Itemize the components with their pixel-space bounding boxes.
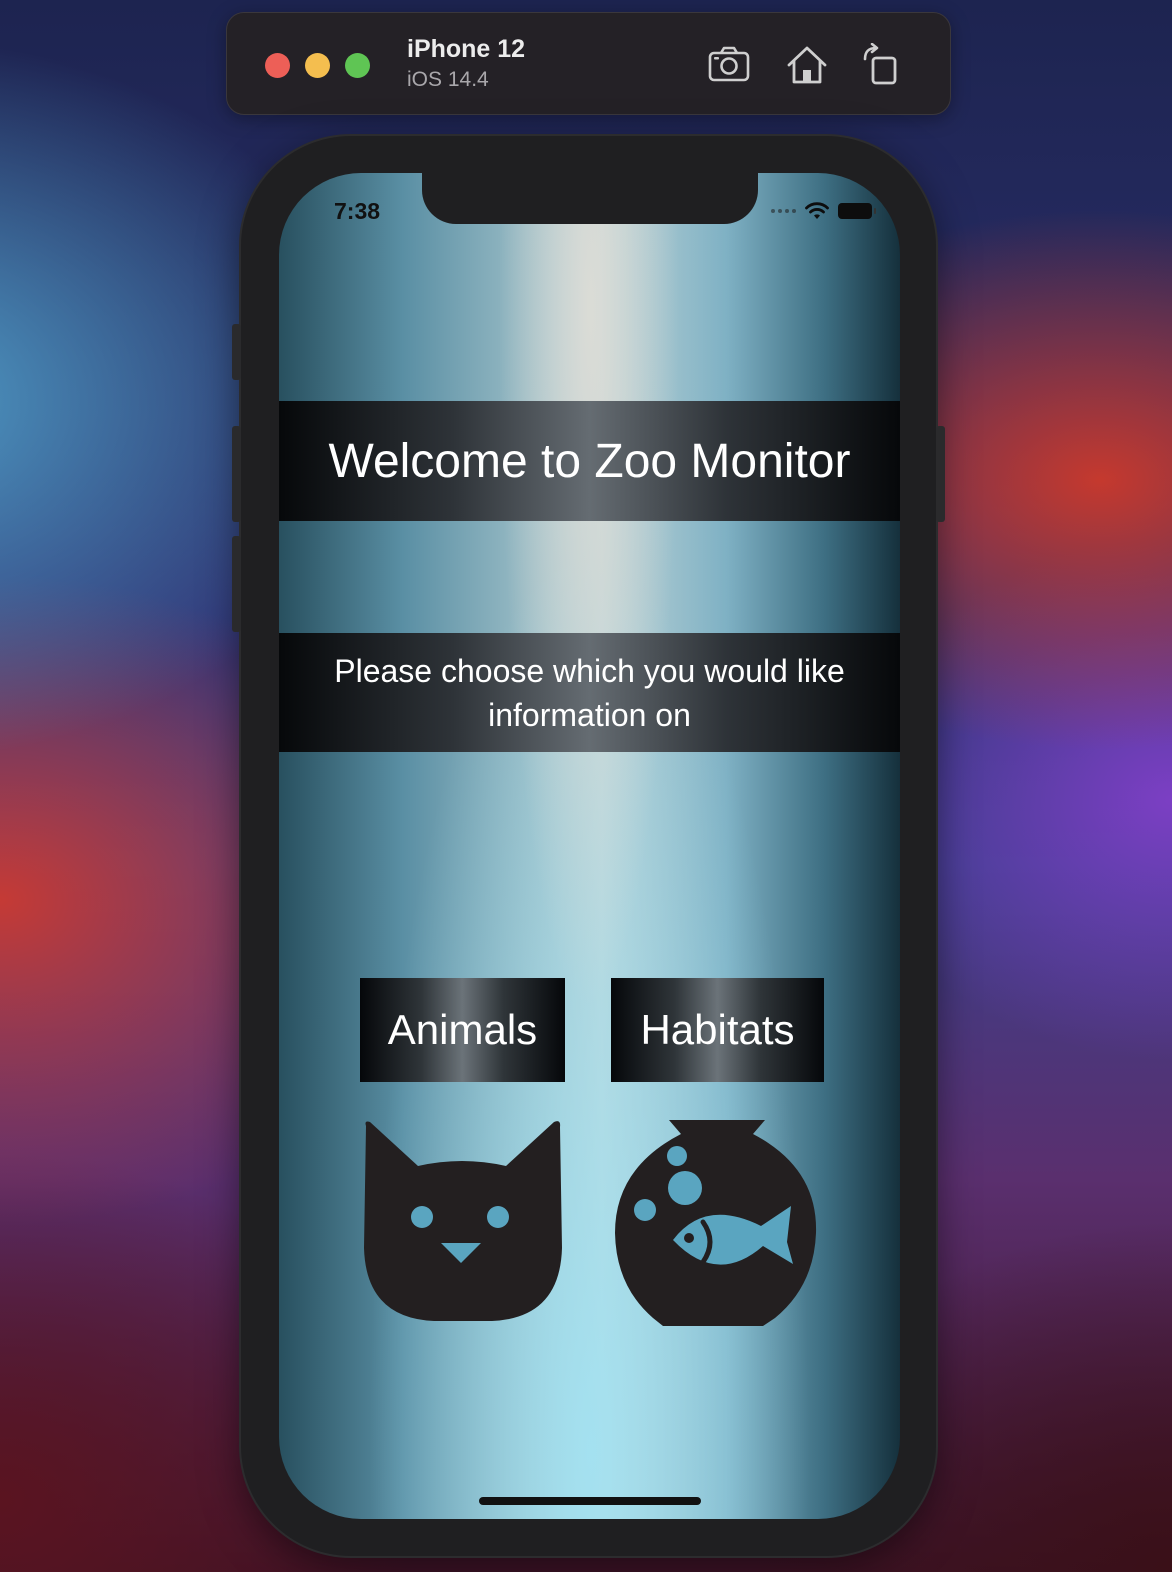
- status-time: 7:38: [334, 198, 381, 224]
- device-name: iPhone 12: [407, 35, 526, 63]
- simulator-toolbar: iPhone 12 iOS 14.4: [226, 12, 951, 115]
- volume-down-button: [232, 536, 241, 632]
- close-window-button[interactable]: [265, 53, 290, 78]
- iphone-device-frame: 7:38 Welcome to Zoo Monitor Please choos…: [232, 136, 945, 1556]
- device-os-version: iOS 14.4: [407, 68, 489, 91]
- wifi-icon: [805, 202, 829, 219]
- home-icon[interactable]: [785, 43, 829, 87]
- zoom-window-button[interactable]: [345, 53, 370, 78]
- status-icons: [771, 201, 876, 221]
- cellular-signal-icon: [771, 209, 796, 213]
- fishbowl-icon[interactable]: [613, 1118, 823, 1328]
- welcome-title: Welcome to Zoo Monitor: [279, 401, 900, 521]
- app-screen: 7:38 Welcome to Zoo Monitor Please choos…: [279, 173, 900, 1519]
- battery-icon: [838, 203, 876, 219]
- screenshot-icon[interactable]: [707, 43, 751, 87]
- animals-button[interactable]: Animals: [360, 978, 565, 1082]
- cat-face-icon[interactable]: [360, 1118, 565, 1323]
- minimize-window-button[interactable]: [305, 53, 330, 78]
- rotate-icon[interactable]: [859, 43, 903, 87]
- device-notch: [422, 173, 758, 224]
- habitats-button[interactable]: Habitats: [611, 978, 824, 1082]
- volume-up-button: [232, 426, 241, 522]
- instruction-text: Please choose which you would like infor…: [279, 633, 900, 752]
- side-power-button: [936, 426, 945, 522]
- mute-switch: [232, 324, 241, 380]
- home-indicator[interactable]: [479, 1497, 701, 1505]
